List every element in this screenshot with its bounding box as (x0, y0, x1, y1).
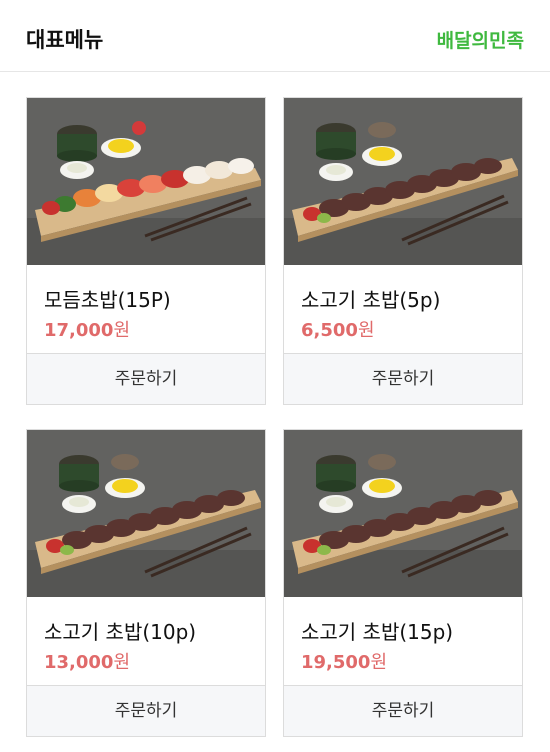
menu-price: 6,500원 (301, 320, 375, 341)
order-button[interactable]: 주문하기 (284, 353, 522, 404)
menu-price: 17,000원 (44, 320, 131, 341)
order-button[interactable]: 주문하기 (27, 685, 265, 736)
menu-name: 소고기 초밥(10p) (44, 620, 197, 644)
order-button[interactable]: 주문하기 (27, 353, 265, 404)
menu-name: 소고기 초밥(15p) (301, 620, 454, 644)
menu-name: 모듬초밥(15P) (44, 288, 171, 312)
menu-image-beef-sushi[interactable] (284, 430, 522, 597)
menu-price: 19,500원 (301, 652, 388, 673)
page-title: 대표메뉴 (26, 28, 104, 52)
order-button[interactable]: 주문하기 (284, 685, 522, 736)
menu-image-beef-sushi[interactable] (284, 98, 522, 265)
header: 대표메뉴 배달의민족 (0, 0, 550, 72)
menu-card[interactable]: 소고기 초밥(15p) 19,500원 주문하기 (283, 429, 523, 737)
brand-logo[interactable]: 배달의민족 (437, 26, 524, 53)
menu-card[interactable]: 소고기 초밥(5p) 6,500원 주문하기 (283, 97, 523, 405)
menu-image-assorted-sushi[interactable] (27, 98, 265, 265)
menu-price: 13,000원 (44, 652, 131, 673)
menu-card[interactable]: 소고기 초밥(10p) 13,000원 주문하기 (26, 429, 266, 737)
menu-name: 소고기 초밥(5p) (301, 288, 441, 312)
menu-image-beef-sushi[interactable] (27, 430, 265, 597)
menu-card[interactable]: 모듬초밥(15P) 17,000원 주문하기 (26, 97, 266, 405)
